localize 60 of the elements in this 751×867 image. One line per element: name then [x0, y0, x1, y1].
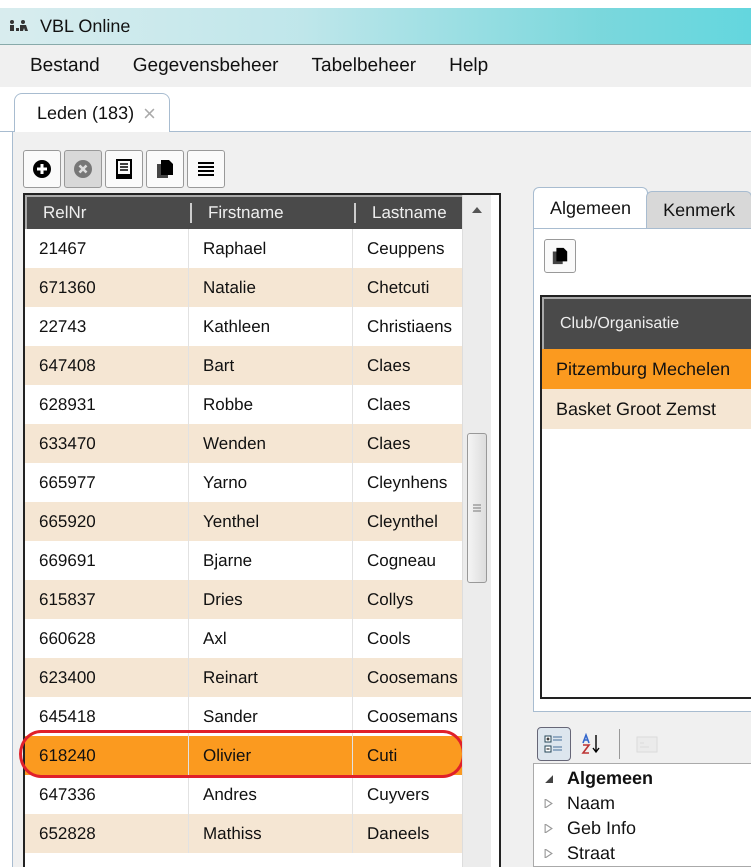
table-cell-text: 652828	[38, 822, 97, 844]
property-label[interactable]: Geb Info	[567, 818, 636, 839]
table-row[interactable]: 647408 Bart Claes	[25, 346, 462, 385]
table-cell-text: 623400	[38, 666, 97, 688]
table-cell-text: 645418	[38, 706, 97, 728]
property-label[interactable]: Naam	[567, 793, 616, 814]
copy-icon	[551, 247, 569, 265]
table-cell-text: 665920	[38, 510, 97, 532]
table-cell-text: 21467	[38, 238, 88, 260]
table-cell: Olivier	[188, 736, 352, 775]
table-row[interactable]: 652828 Mathiss Daneels	[25, 814, 462, 853]
scroll-up-icon[interactable]	[472, 207, 482, 213]
menu-item[interactable]: Gegevensbeheer	[132, 55, 279, 77]
column-header[interactable]: Club/Organisatie	[542, 297, 751, 349]
detail-tab[interactable]: Kenmerk	[646, 191, 751, 228]
list-icon	[196, 159, 216, 179]
table-row[interactable]: 623400 Reinart Coosemans	[25, 658, 462, 697]
table-row[interactable]: 615837 Dries Collys	[25, 580, 462, 619]
detail-tab[interactable]: Algemeen	[533, 187, 648, 228]
table-cell: Mathiss	[188, 814, 352, 853]
table-cell-text: 665977	[38, 472, 97, 494]
table-row[interactable]: Pitzemburg Mechelen	[542, 349, 751, 389]
list-button[interactable]	[187, 150, 225, 188]
table-cell-text: 660628	[38, 628, 97, 650]
table-row[interactable]: 633470 Wenden Claes	[25, 424, 462, 463]
table-row[interactable]: 665920 Yenthel Cleynthel	[25, 502, 462, 541]
cross-icon	[73, 159, 93, 179]
window-title: VBL Online	[40, 16, 130, 36]
table-cell-text: 633470	[38, 432, 97, 454]
form-icon	[114, 159, 134, 179]
column-header[interactable]: Firstname	[190, 203, 354, 223]
copy-button[interactable]	[544, 239, 576, 273]
table-cell-text: 628931	[38, 394, 97, 416]
document-tab[interactable]: Leden (183)	[14, 93, 170, 132]
categorized-icon	[543, 732, 565, 755]
column-header[interactable]: RelNr	[27, 203, 190, 223]
scrollbar[interactable]	[462, 195, 491, 867]
plus-icon	[32, 159, 52, 179]
table-cell-text: 618240	[38, 744, 97, 766]
add-button[interactable]	[23, 150, 61, 188]
expand-icon[interactable]	[544, 774, 553, 783]
table-row[interactable]: Basket Groot Zemst	[542, 389, 751, 429]
copy-icon	[155, 159, 175, 179]
scroll-thumb[interactable]	[467, 433, 487, 583]
table-cell-text: 669691	[38, 550, 97, 572]
table-cell-text: 671360	[38, 276, 97, 298]
menu-item[interactable]: Bestand	[30, 55, 100, 77]
table-row[interactable]: 618240 Olivier Cuti	[25, 736, 462, 775]
property-label[interactable]: Straat	[567, 843, 616, 864]
table-row[interactable]: 671360 Natalie Chetcuti	[25, 268, 462, 307]
table-cell-text: 647408	[38, 354, 97, 376]
table-cell-text: 615837	[38, 588, 97, 610]
menu-item[interactable]: Help	[449, 55, 488, 77]
category-label: Algemeen	[567, 768, 654, 789]
details-button[interactable]	[105, 150, 143, 188]
copy-button[interactable]	[146, 150, 184, 188]
menu-item[interactable]: Tabelbeheer	[312, 55, 416, 77]
table-cell-text: 22743	[38, 316, 88, 338]
table-cell-text: 647336	[38, 784, 97, 806]
categorized-button[interactable]	[537, 726, 571, 761]
